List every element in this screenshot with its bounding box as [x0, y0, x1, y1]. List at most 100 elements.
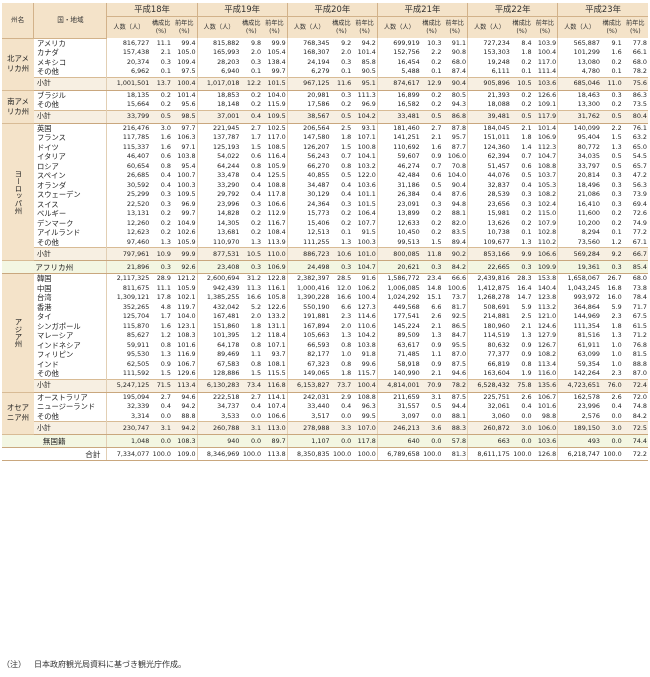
value-cell: 177,541 [376, 312, 421, 322]
value-cell: 124.6 [537, 321, 557, 330]
value-cell: 216,476 [106, 123, 151, 133]
value-cell: 71.2 [632, 331, 647, 340]
value-cell: 2.7 [250, 123, 262, 132]
value-cell: 109.0 [171, 447, 198, 461]
value-cell: 18,463 [557, 90, 601, 100]
country-name: 韓国 [36, 274, 52, 284]
value-cell: 0.9 [160, 359, 171, 368]
value-cell: 9.8 [250, 38, 262, 47]
value-cell: 30,592 [106, 180, 151, 190]
value-cell: 115.5 [267, 369, 286, 378]
value-cell: 21,086 [557, 190, 601, 200]
value-cell: 162,578 [557, 392, 601, 402]
value-cell: 108.8 [267, 180, 286, 189]
value-cell: 68.0 [632, 57, 647, 66]
value-cell: 75.8 [510, 378, 533, 393]
value-cell: 105.3 [537, 180, 557, 189]
value-cell: 0.3 [160, 57, 171, 66]
value-cell: 29,792 [196, 190, 241, 200]
value-cell: 72.6 [632, 209, 647, 218]
value-cell: 87.6 [451, 190, 467, 199]
value-cell: 28.3 [517, 274, 532, 283]
value-cell: 94.6 [181, 392, 196, 401]
value-cell: 61,911 [557, 340, 601, 350]
value-cell: 180,960 [467, 321, 511, 331]
value-cell: 0.9 [521, 340, 532, 349]
value-cell: 54.5 [632, 152, 647, 161]
value-cell: 246,213 [376, 421, 421, 435]
value-cell: 76.0 [601, 378, 623, 393]
value-cell: 73.9 [632, 190, 647, 199]
value-cell: 39,481 [467, 109, 511, 124]
value-cell: 117.0 [267, 133, 286, 142]
value-cell: 106.0 [532, 421, 558, 435]
value-cell: 23,996 [196, 199, 241, 209]
value-cell: 77.8 [632, 38, 647, 47]
value-cell: 11.6 [330, 76, 353, 91]
footnote: （注） 日本政府観光局資料に基づき観光庁作成。 [2, 659, 194, 670]
value-cell: 0.4 [521, 402, 532, 411]
value-cell: 100.4 [171, 76, 198, 91]
value-cell: 23,408 [196, 260, 241, 274]
value-cell: 101.1 [357, 190, 376, 199]
value-cell: 67.5 [632, 312, 647, 321]
value-cell: 101.4 [177, 90, 196, 99]
value-cell: 115,337 [106, 142, 151, 152]
value-cell: 30,129 [286, 190, 331, 200]
value-cell: 42,484 [376, 171, 421, 181]
country-name: スペイン [36, 171, 66, 181]
value-cell: 106.6 [267, 199, 286, 208]
value-cell: 0.0 [431, 411, 442, 420]
value-cell: 66,593 [286, 340, 331, 350]
value-cell: 800,085 [376, 247, 421, 261]
value-cell: 80.5 [451, 90, 467, 99]
value-cell: 100.8 [357, 142, 376, 151]
value-cell: 109.4 [177, 57, 196, 66]
value-cell: 11.3 [246, 283, 262, 292]
value-cell: 278,988 [286, 421, 331, 435]
metric-header: 人数（人） [557, 16, 601, 38]
value-cell: 8.4 [521, 38, 532, 47]
value-cell: 94.4 [451, 402, 467, 411]
value-cell: 126,207 [286, 142, 331, 152]
value-cell: 12,633 [376, 218, 421, 228]
table-row: インドネシア 59,911 0.8 101.6 64,178 0.8 107.1 66,593… [2, 340, 648, 350]
value-cell: 1.8 [341, 369, 352, 378]
value-cell: 106.4 [357, 209, 376, 218]
value-cell: 91.6 [361, 274, 376, 283]
value-cell: 3,533 [196, 411, 241, 422]
value-cell: 91.1 [451, 38, 467, 47]
value-cell: 23,656 [467, 199, 511, 209]
value-cell: 1.4 [521, 142, 532, 151]
value-cell: 2.0 [250, 48, 262, 57]
value-cell: 0.2 [521, 209, 532, 218]
value-cell: 5,488 [376, 67, 421, 77]
value-cell: 0.4 [250, 402, 262, 411]
value-cell: 20,814 [557, 171, 601, 181]
value-cell: 8,611,175 [467, 447, 511, 461]
value-cell: 51,457 [467, 161, 511, 171]
value-cell: 1,001,501 [106, 76, 151, 91]
value-cell: 34,737 [196, 402, 241, 412]
region-label: 南アメリカ州 [2, 90, 34, 124]
value-cell: 21,393 [467, 90, 511, 100]
value-cell: 72.4 [622, 378, 648, 393]
value-cell: 24,498 [286, 260, 331, 274]
metric-header: 人数（人） [467, 16, 511, 38]
value-cell: 1.7 [250, 133, 262, 142]
value-cell: 97.7 [181, 123, 196, 132]
value-cell: 31,762 [557, 109, 601, 124]
value-cell: 993,972 [557, 293, 601, 303]
value-cell: 66.1 [632, 48, 647, 57]
value-cell: 26,384 [376, 190, 421, 200]
value-cell: 0.5 [330, 109, 353, 124]
value-cell: 2.7 [160, 392, 171, 401]
year-header: 平成21年 [376, 3, 468, 17]
value-cell: 28.5 [337, 274, 352, 283]
value-cell: 2.5 [521, 312, 532, 321]
value-cell: 80.4 [622, 109, 648, 124]
value-cell: 94.3 [451, 100, 467, 109]
value-cell: 151,011 [467, 133, 511, 143]
visitor-statistics-table: 州名 国・地域 平成18年 平成19年 平成20年 平成21年 平成22年 平成23年 人数（人… [2, 3, 648, 461]
value-cell: 66,819 [467, 359, 511, 369]
